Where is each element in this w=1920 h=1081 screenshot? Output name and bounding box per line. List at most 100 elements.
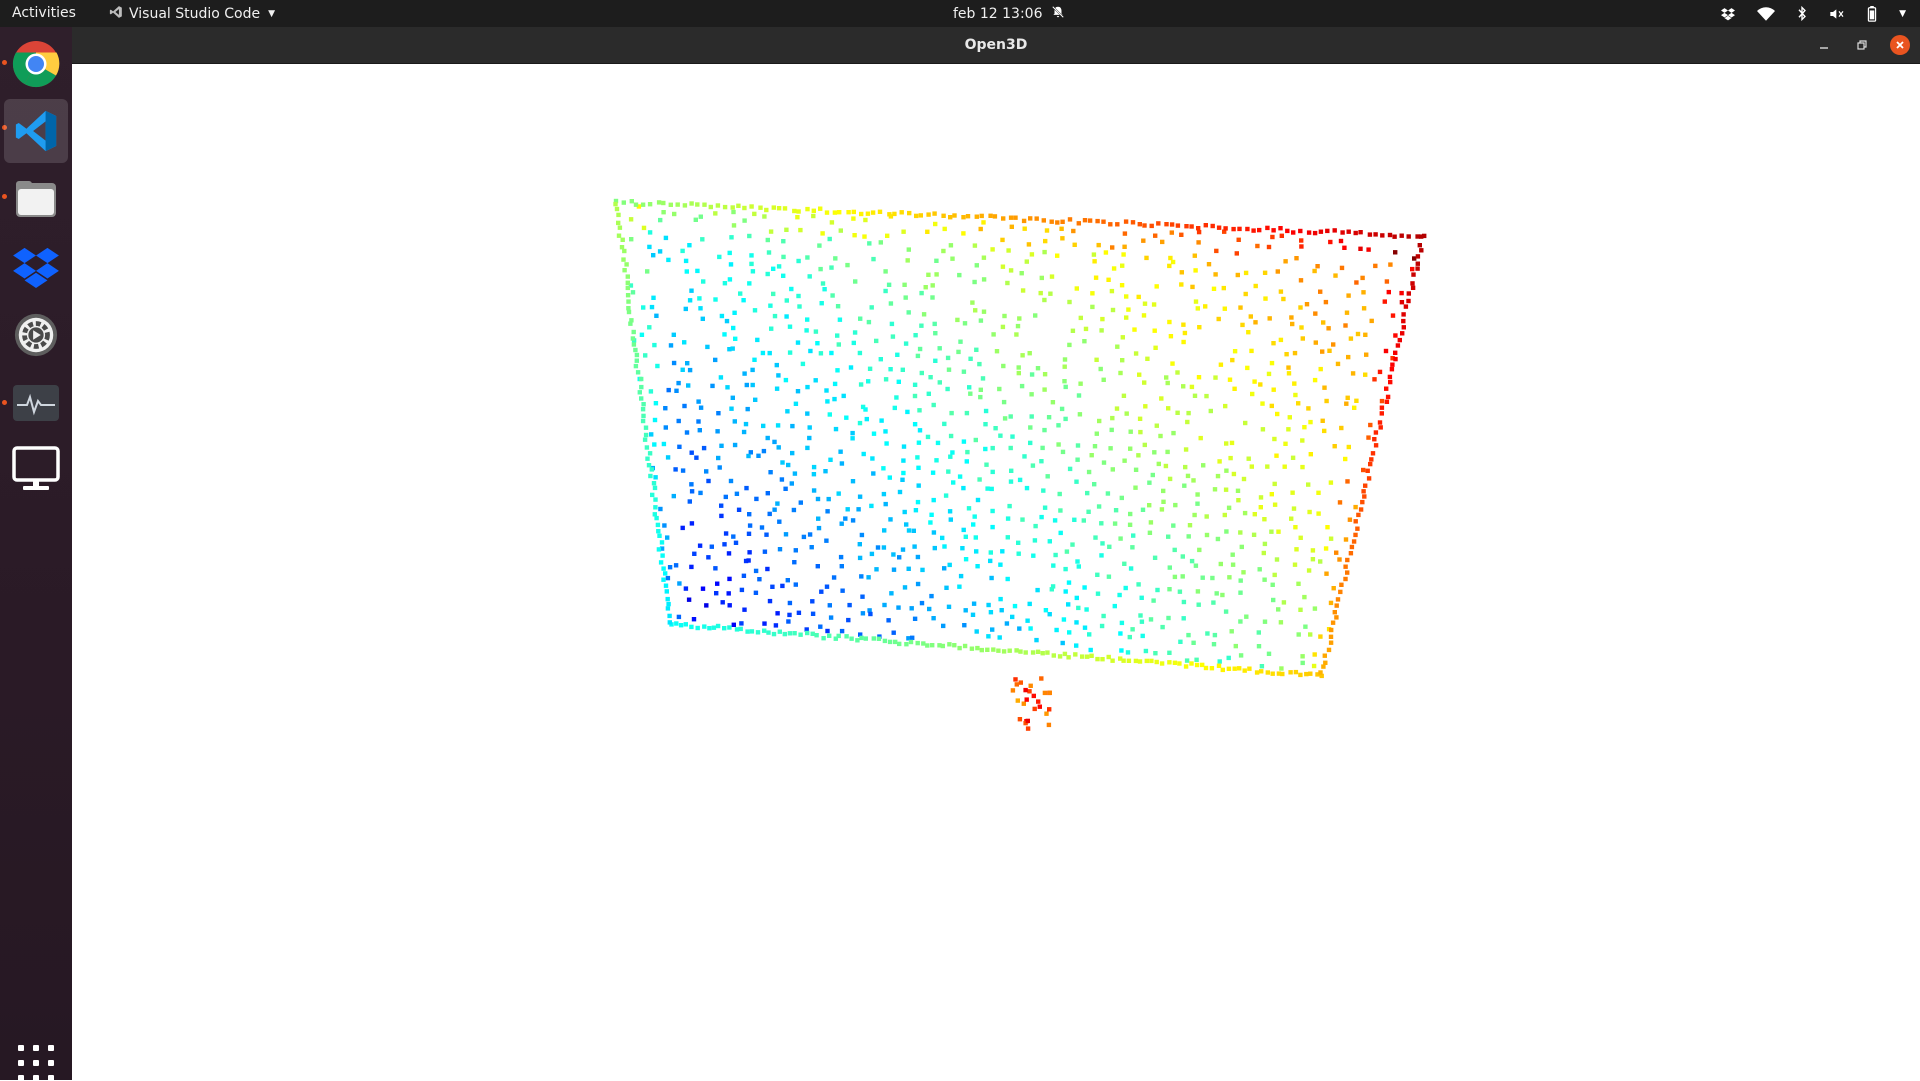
point: [919, 290, 924, 296]
point: [1041, 218, 1046, 223]
point: [1186, 410, 1191, 416]
dock-item-chrome[interactable]: [4, 32, 68, 96]
point: [1300, 438, 1305, 443]
point: [827, 412, 832, 417]
bluetooth-icon[interactable]: [1797, 6, 1807, 21]
point: [775, 611, 780, 616]
point: [689, 450, 694, 455]
point: [1298, 228, 1303, 234]
point: [997, 635, 1002, 640]
point: [747, 281, 752, 286]
point: [795, 340, 801, 345]
point: [986, 602, 991, 608]
point: [1138, 613, 1143, 618]
point: [786, 462, 791, 468]
point: [744, 382, 749, 388]
point: [981, 309, 987, 314]
dropbox-tray-icon[interactable]: [1721, 7, 1736, 21]
point: [793, 401, 799, 406]
point: [893, 639, 898, 645]
dock-item-settings[interactable]: [4, 303, 68, 367]
point: [1178, 639, 1183, 644]
system-tray[interactable]: ▼: [1721, 3, 1906, 24]
point: [1259, 669, 1264, 674]
wifi-icon[interactable]: [1757, 6, 1776, 21]
point: [1239, 544, 1244, 550]
point: [1291, 230, 1296, 235]
system-menu-caret-icon[interactable]: ▼: [1899, 9, 1906, 19]
minimize-button[interactable]: [1814, 35, 1834, 55]
point: [750, 269, 756, 274]
point: [1226, 655, 1231, 661]
point: [628, 217, 634, 222]
point: [990, 469, 995, 475]
point: [835, 368, 840, 373]
point: [1085, 654, 1090, 659]
point: [912, 422, 918, 427]
point: [1100, 657, 1105, 662]
volume-muted-icon[interactable]: [1829, 7, 1845, 21]
point: [753, 568, 759, 574]
point: [727, 576, 732, 582]
point: [1299, 244, 1304, 249]
maximize-button[interactable]: [1852, 35, 1872, 55]
dock-item-dropbox[interactable]: [4, 235, 68, 299]
point: [950, 256, 955, 261]
point: [1311, 663, 1317, 669]
dock-item-files[interactable]: [4, 167, 68, 231]
point: [673, 467, 678, 472]
point: [1283, 441, 1288, 446]
point: [1410, 285, 1416, 290]
point: [764, 532, 769, 537]
dock-item-vscode[interactable]: [4, 99, 68, 163]
point: [1008, 414, 1013, 419]
close-button[interactable]: [1890, 35, 1910, 55]
point: [674, 388, 679, 393]
point: [665, 455, 671, 460]
point: [837, 317, 843, 322]
point: [1086, 469, 1092, 475]
point: [857, 542, 862, 547]
point: [1103, 250, 1109, 255]
point: [1140, 507, 1146, 512]
point: [716, 455, 721, 461]
point: [680, 468, 686, 473]
clock[interactable]: feb 12 13:06: [953, 5, 1065, 23]
point: [1318, 289, 1323, 294]
point: [785, 578, 790, 583]
point: [1243, 291, 1248, 297]
window-titlebar[interactable]: Open3D: [72, 27, 1920, 64]
point: [846, 617, 851, 623]
point: [1217, 659, 1222, 664]
open3d-viewport[interactable]: [72, 64, 1920, 1080]
point: [1393, 356, 1398, 362]
app-menu[interactable]: Visual Studio Code ▼: [109, 5, 275, 23]
dock-item-remote-desktop[interactable]: [4, 437, 68, 501]
point: [1106, 654, 1111, 660]
point: [700, 586, 706, 591]
point: [1328, 600, 1334, 606]
dock-item-system-monitor[interactable]: [4, 371, 68, 435]
point: [1033, 523, 1038, 529]
point: [676, 380, 681, 386]
point: [1039, 676, 1044, 681]
point: [718, 375, 724, 380]
point: [667, 565, 673, 570]
point: [1136, 453, 1141, 458]
point: [807, 532, 813, 537]
point: [680, 248, 685, 254]
point: [1379, 411, 1384, 416]
point: [704, 469, 709, 474]
battery-icon[interactable]: [1867, 5, 1877, 22]
point: [1243, 420, 1248, 426]
point: [972, 514, 977, 519]
point: [781, 273, 786, 278]
point: [726, 591, 731, 596]
point: [1042, 372, 1048, 377]
point: [666, 601, 671, 607]
activities-button[interactable]: Activities: [12, 5, 76, 21]
point: [689, 624, 694, 630]
point: [1119, 495, 1124, 501]
apps-grid-icon[interactable]: [18, 1045, 54, 1081]
point: [1015, 323, 1021, 329]
